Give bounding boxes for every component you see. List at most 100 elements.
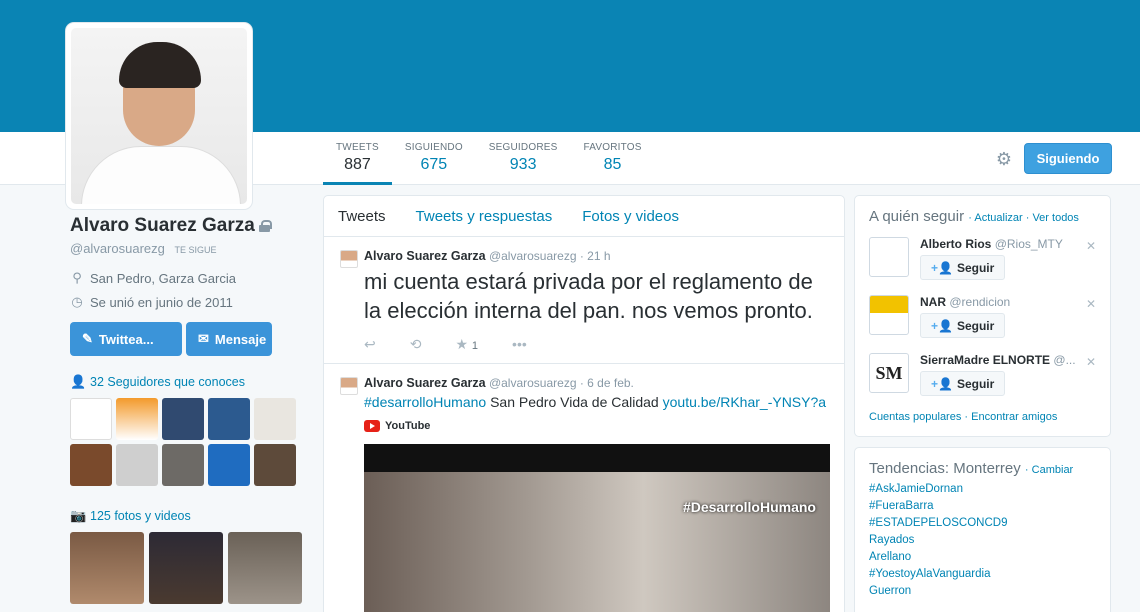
video-player[interactable]: #DesarrolloHumano [364, 444, 830, 612]
follower-avatar[interactable] [70, 398, 112, 440]
known-followers-label: 32 Seguidores que conoces [90, 375, 245, 389]
trends-header: Tendencias: Monterrey · Cambiar [869, 460, 1074, 477]
tweet-text-body: San Pedro Vida de Calidad [490, 394, 659, 410]
suggested-user-name-row: NAR @rendicion [920, 295, 1085, 309]
favorite-action[interactable]: ★ 1 [455, 336, 478, 353]
popular-accounts-link[interactable]: Cuentas populares [869, 411, 961, 423]
tweet-time[interactable]: · 6 de feb. [580, 376, 634, 390]
tab-tweets[interactable]: Tweets [338, 208, 386, 225]
add-user-icon: +👤 [931, 376, 953, 391]
profile-stats: TWEETS 887 SIGUIENDO 675 SEGUIDORES 933 … [323, 132, 655, 185]
follower-avatar[interactable] [208, 398, 250, 440]
stat-favorites[interactable]: FAVORITOS 85 [570, 132, 654, 185]
tweet-time[interactable]: · 21 h [580, 249, 611, 263]
stat-following[interactable]: SIGUIENDO 675 [392, 132, 476, 185]
user-icon: 👤 [70, 374, 87, 389]
stat-followers[interactable]: SEGUIDORES 933 [476, 132, 571, 185]
gallery-photo[interactable] [228, 532, 302, 604]
stat-value: 887 [344, 156, 371, 173]
follower-avatar[interactable] [162, 444, 204, 486]
suggested-user-name[interactable]: NAR [920, 295, 946, 309]
suggested-user-avatar[interactable] [869, 295, 909, 335]
tweet-actions: ↩ ⟲ ★ 1 ••• [364, 325, 830, 363]
following-button[interactable]: Siguiendo [1024, 143, 1112, 174]
profile-avatar[interactable] [66, 23, 252, 209]
dismiss-icon[interactable]: ✕ [1086, 297, 1096, 311]
suggested-user-avatar[interactable] [869, 237, 909, 277]
tweet-avatar[interactable] [340, 377, 358, 395]
tweet-header: Alvaro Suarez Garza @alvarosuarezg · 6 d… [364, 376, 830, 390]
tweet-avatar[interactable] [340, 250, 358, 268]
dismiss-icon[interactable]: ✕ [1086, 239, 1096, 253]
follower-avatar[interactable] [254, 444, 296, 486]
profile-name[interactable]: Alvaro Suarez Garza [70, 215, 255, 237]
stat-tweets[interactable]: TWEETS 887 [323, 132, 392, 185]
known-followers-grid [70, 398, 310, 486]
trend-item[interactable]: #YoestoyAlaVanguardia [869, 568, 1096, 580]
gallery-photo[interactable] [149, 532, 223, 604]
retweet-icon[interactable]: ⟲ [410, 336, 422, 353]
stat-value: 85 [603, 156, 622, 173]
trend-item[interactable]: Guerron [869, 585, 1096, 597]
follower-avatar[interactable] [208, 444, 250, 486]
who-to-follow-module: A quién seguir · Actualizar · Ver todos … [854, 195, 1111, 437]
suggested-user-name[interactable]: Alberto Rios [920, 237, 991, 251]
reply-icon[interactable]: ↩ [364, 336, 376, 353]
tweet-author[interactable]: Alvaro Suarez Garza [364, 376, 486, 390]
tweet-header: Alvaro Suarez Garza @alvarosuarezg · 21 … [364, 249, 830, 263]
stat-label: SEGUIDORES [488, 142, 558, 153]
stat-label: SIGUIENDO [404, 142, 463, 153]
follower-avatar[interactable] [116, 398, 158, 440]
follower-avatar[interactable] [116, 444, 158, 486]
favorite-count: 1 [471, 339, 479, 352]
trend-item[interactable]: #AskJamieDornan [869, 483, 1096, 495]
find-friends-link[interactable]: Encontrar amigos [971, 411, 1057, 423]
profile-handle[interactable]: @alvarosuarezg [70, 241, 165, 256]
change-trends-link[interactable]: Cambiar [1032, 464, 1074, 476]
refresh-link[interactable]: Actualizar [974, 212, 1022, 224]
tweet[interactable]: Alvaro Suarez Garza @alvarosuarezg · 21 … [324, 237, 844, 364]
dismiss-icon[interactable]: ✕ [1086, 355, 1096, 369]
gallery-photo[interactable] [70, 532, 144, 604]
message-button[interactable]: ✉ Mensaje [186, 322, 272, 356]
follower-avatar[interactable] [162, 398, 204, 440]
suggested-user-handle: @Rios_MTY [994, 237, 1063, 251]
gear-icon[interactable]: ⚙ [995, 150, 1013, 168]
known-followers-link[interactable]: 👤 32 Seguidores que conoces [70, 374, 310, 390]
suggested-user-name-row: SierraMadre ELNORTE @... [920, 353, 1085, 367]
media-source-label: YouTube [385, 420, 431, 432]
suggested-user-name-row: Alberto Rios @Rios_MTY [920, 237, 1085, 251]
photos-videos-label: 125 fotos y videos [90, 509, 191, 523]
follow-button[interactable]: +👤 Seguir [920, 371, 1006, 396]
hashtag-link[interactable]: #desarrolloHumano [364, 394, 486, 410]
more-icon[interactable]: ••• [512, 336, 527, 352]
trends-module: Tendencias: Monterrey · Cambiar #AskJami… [854, 447, 1111, 612]
suggested-user-avatar[interactable]: SM [869, 353, 909, 393]
tab-photos-videos[interactable]: Fotos y videos [582, 208, 679, 225]
trend-item[interactable]: #FueraBarra [869, 500, 1096, 512]
tweet-to-button[interactable]: ✎ Twittea... [70, 322, 182, 356]
stat-value: 933 [509, 156, 537, 173]
suggested-user-handle: @rendicion [949, 295, 1011, 309]
trend-item[interactable]: #ESTADEPELOSCONCD9 [869, 517, 1096, 529]
clock-icon: ◷ [71, 294, 83, 309]
follower-avatar[interactable] [70, 444, 112, 486]
message-icon: ✉ [198, 331, 209, 346]
photos-videos-link[interactable]: 📷 125 fotos y videos [70, 508, 310, 524]
follower-avatar[interactable] [254, 398, 296, 440]
trend-item[interactable]: Arellano [869, 551, 1096, 563]
url-link[interactable]: youtu.be/RKhar_-YNSY?a [663, 394, 826, 410]
tweet-author[interactable]: Alvaro Suarez Garza [364, 249, 486, 263]
tab-tweets-replies[interactable]: Tweets y respuestas [416, 208, 553, 225]
message-label: Mensaje [214, 331, 267, 347]
follow-button[interactable]: +👤 Seguir [920, 255, 1006, 280]
suggested-user-handle: @... [1053, 353, 1076, 367]
timeline: Tweets Tweets y respuestas Fotos y video… [323, 195, 845, 612]
trend-item[interactable]: Rayados [869, 534, 1096, 546]
follow-button[interactable]: +👤 Seguir [920, 313, 1006, 338]
tweet[interactable]: Alvaro Suarez Garza @alvarosuarezg · 6 d… [324, 364, 844, 612]
media-source[interactable]: YouTube [364, 420, 830, 432]
suggested-user-name[interactable]: SierraMadre ELNORTE [920, 353, 1050, 367]
view-all-link[interactable]: Ver todos [1032, 212, 1078, 224]
video-hashtag-overlay: #DesarrolloHumano [682, 499, 816, 515]
